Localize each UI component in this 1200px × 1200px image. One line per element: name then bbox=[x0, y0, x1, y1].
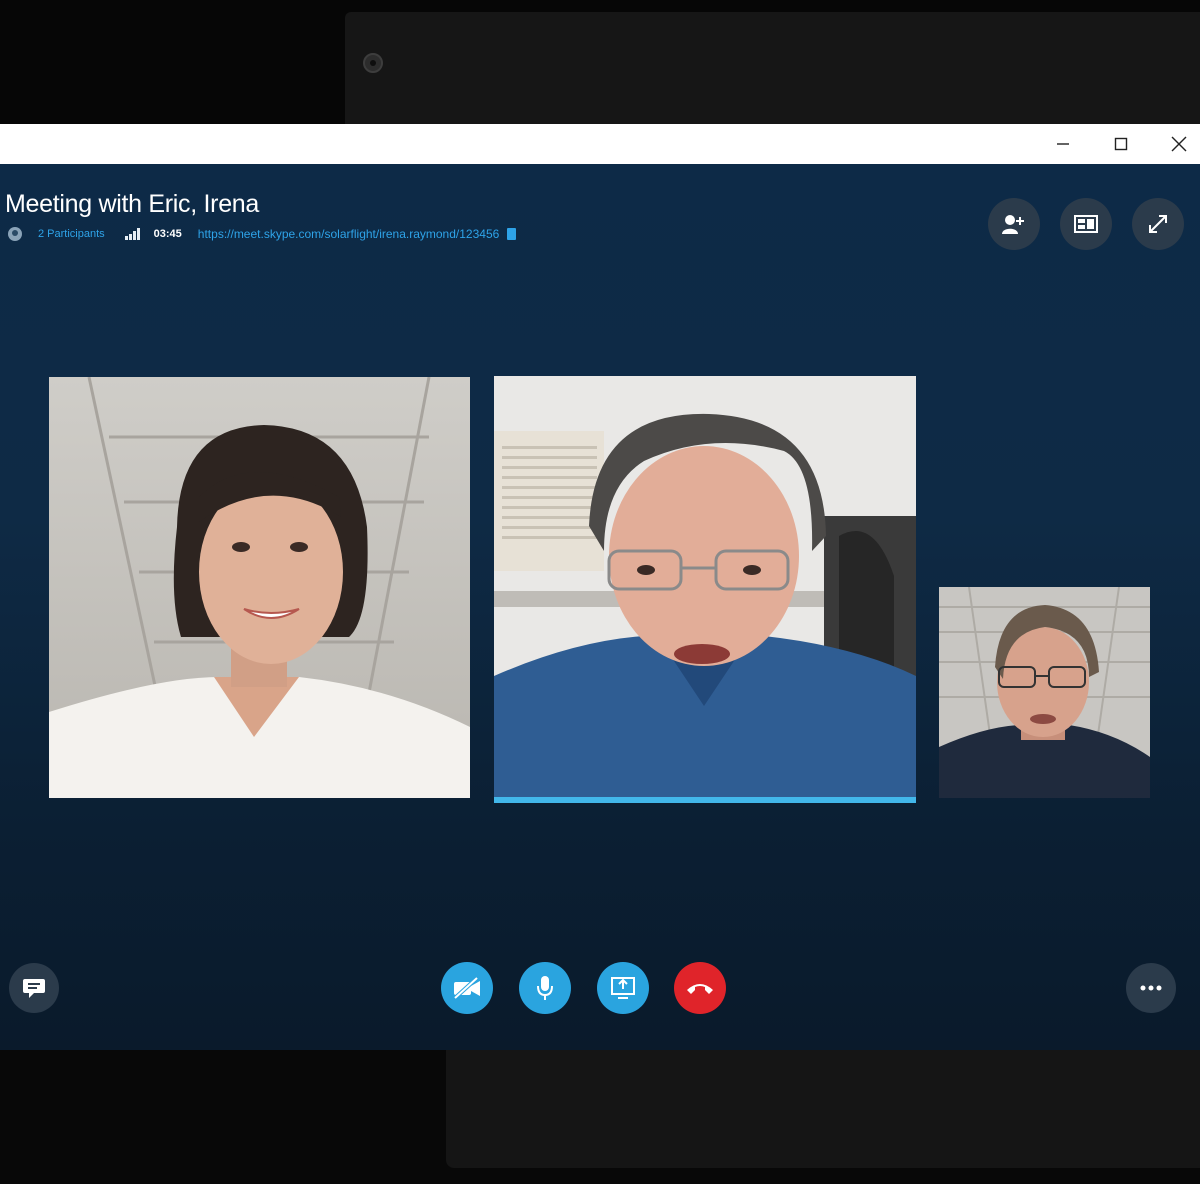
call-quality-icon[interactable] bbox=[124, 228, 140, 240]
chat-icon bbox=[23, 979, 45, 998]
participants-link[interactable]: 2 Participants bbox=[38, 228, 105, 240]
more-icon bbox=[1140, 985, 1162, 991]
maximize-icon bbox=[1114, 137, 1128, 151]
add-participant-button[interactable] bbox=[988, 198, 1040, 250]
maximize-button[interactable] bbox=[1092, 124, 1150, 164]
call-info-bar: 2 Participants 03:45 https://meet.skype.… bbox=[8, 226, 517, 242]
chat-button[interactable] bbox=[9, 963, 59, 1013]
close-button[interactable] bbox=[1150, 124, 1200, 164]
share-screen-button[interactable] bbox=[597, 962, 649, 1014]
participant-video-image bbox=[49, 377, 470, 798]
copy-link-icon[interactable] bbox=[507, 228, 517, 240]
close-icon bbox=[1171, 136, 1187, 152]
device-camera bbox=[363, 53, 383, 73]
microphone-icon bbox=[537, 976, 553, 1000]
call-title: Meeting with Eric, Irena bbox=[5, 190, 260, 218]
call-window: Meeting with Eric, Irena 2 Participants … bbox=[0, 164, 1200, 1050]
video-off-icon bbox=[453, 976, 480, 1000]
participant-video-image bbox=[939, 587, 1150, 798]
window-titlebar bbox=[0, 124, 1200, 164]
page-background-strip bbox=[0, 1184, 1200, 1200]
participants-icon bbox=[8, 227, 22, 241]
expand-icon bbox=[1149, 215, 1167, 233]
participant-video-self[interactable] bbox=[939, 587, 1150, 798]
layout-button[interactable] bbox=[1060, 198, 1112, 250]
device-bezel-bottom-panel bbox=[446, 1050, 1200, 1168]
more-options-button[interactable] bbox=[1126, 963, 1176, 1013]
participant-video-woman[interactable] bbox=[49, 377, 470, 798]
participant-video-active-speaker[interactable] bbox=[494, 376, 916, 798]
layout-icon bbox=[1074, 215, 1098, 233]
minimize-button[interactable] bbox=[1034, 124, 1092, 164]
active-speaker-indicator bbox=[494, 797, 916, 803]
fullscreen-button[interactable] bbox=[1132, 198, 1184, 250]
video-toggle-button[interactable] bbox=[441, 962, 493, 1014]
share-screen-icon bbox=[611, 977, 635, 999]
hang-up-button[interactable] bbox=[674, 962, 726, 1014]
meeting-link[interactable]: https://meet.skype.com/solarflight/irena… bbox=[198, 227, 500, 241]
participant-video-image bbox=[494, 376, 916, 798]
call-duration: 03:45 bbox=[153, 228, 182, 240]
hang-up-icon bbox=[687, 984, 713, 994]
minimize-icon bbox=[1057, 143, 1069, 145]
mic-button[interactable] bbox=[519, 962, 571, 1014]
device-bezel-panel bbox=[345, 12, 1200, 124]
add-person-icon bbox=[1002, 215, 1024, 234]
